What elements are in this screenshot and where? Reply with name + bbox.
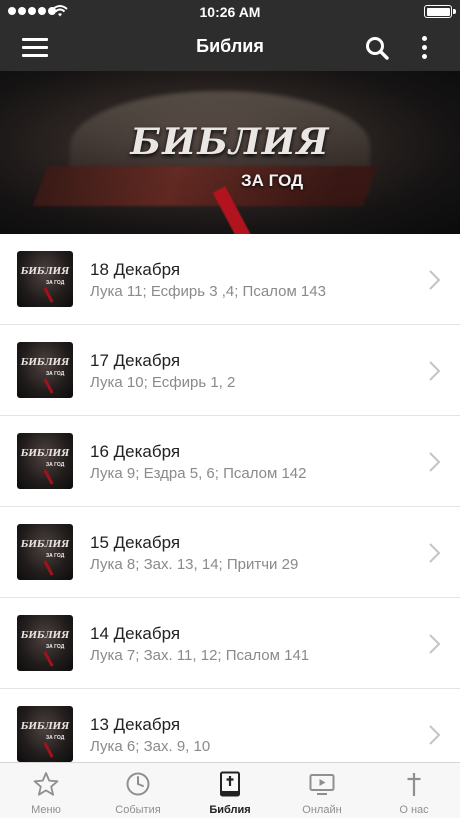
book-cover-graphic (32, 166, 378, 206)
reading-references: Лука 11; Есфирь 3 ,4; Псалом 143 (90, 283, 326, 300)
list-item[interactable]: БИБЛИЯ ЗА ГОД 17 Декабря Лука 10; Есфирь… (0, 325, 460, 416)
reading-date: 15 Декабря (90, 533, 181, 552)
reading-date: 17 Декабря (90, 351, 181, 370)
tab-label: О нас (399, 804, 429, 816)
tab-bar: Меню События Библия Онлайн О нас (0, 762, 460, 818)
play-screen-icon (309, 774, 335, 795)
nav-bar: Библия (0, 24, 460, 71)
banner-image: БИБЛИЯ ЗА ГОД (0, 71, 460, 234)
reading-references: Лука 10; Есфирь 1, 2 (90, 374, 236, 391)
list-item[interactable]: БИБЛИЯ ЗА ГОД 15 Декабря Лука 8; Зах. 13… (0, 507, 460, 598)
tab-online[interactable]: Онлайн (276, 763, 368, 818)
chevron-right-icon (429, 725, 441, 745)
tab-menu[interactable]: Меню (0, 763, 92, 818)
reading-thumbnail: БИБЛИЯ ЗА ГОД (17, 615, 73, 671)
tab-events[interactable]: События (92, 763, 184, 818)
search-icon[interactable] (364, 35, 390, 61)
clock-icon (126, 772, 150, 796)
reading-references: Лука 6; Зах. 9, 10 (90, 738, 211, 755)
tab-about[interactable]: О нас (368, 763, 460, 818)
banner-subtitle: ЗА ГОД (241, 171, 304, 190)
more-options-button[interactable] (416, 34, 434, 62)
page-title: Библия (196, 36, 264, 56)
star-icon (33, 772, 59, 796)
chevron-right-icon (429, 634, 441, 654)
cross-icon (407, 773, 421, 796)
tab-label: Меню (31, 804, 61, 816)
reading-references: Лука 8; Зах. 13, 14; Притчи 29 (90, 556, 299, 573)
banner-title: БИБЛИЯ (130, 121, 330, 163)
tab-label: Онлайн (302, 804, 342, 816)
tab-bible[interactable]: Библия (184, 763, 276, 818)
reading-references: Лука 7; Зах. 11, 12; Псалом 141 (90, 647, 310, 664)
list-item[interactable]: БИБЛИЯ ЗА ГОД 18 Декабря Лука 11; Есфирь… (0, 234, 460, 325)
readings-list: БИБЛИЯ ЗА ГОД 18 Декабря Лука 11; Есфирь… (0, 234, 460, 780)
reading-thumbnail: БИБЛИЯ ЗА ГОД (17, 342, 73, 398)
tab-label: События (115, 804, 161, 816)
tab-label: Библия (209, 804, 251, 816)
chevron-right-icon (429, 543, 441, 563)
list-item[interactable]: БИБЛИЯ ЗА ГОД 16 Декабря Лука 9; Ездра 5… (0, 416, 460, 507)
reading-date: 14 Декабря (90, 624, 181, 643)
reading-date: 16 Декабря (90, 442, 181, 461)
list-item[interactable]: БИБЛИЯ ЗА ГОД 14 Декабря Лука 7; Зах. 11… (0, 598, 460, 689)
status-time: 10:26 AM (199, 4, 261, 20)
reading-date: 18 Декабря (90, 260, 181, 279)
battery-icon (424, 5, 456, 18)
chevron-right-icon (429, 452, 441, 472)
reading-thumbnail: БИБЛИЯ ЗА ГОД (17, 706, 73, 762)
status-bar: 10:26 AM (0, 0, 460, 24)
reading-references: Лука 9; Ездра 5, 6; Псалом 142 (90, 465, 307, 482)
reading-thumbnail: БИБЛИЯ ЗА ГОД (17, 433, 73, 489)
reading-thumbnail: БИБЛИЯ ЗА ГОД (17, 524, 73, 580)
reading-date: 13 Декабря (90, 715, 181, 734)
bible-icon (220, 771, 240, 797)
reading-thumbnail: БИБЛИЯ ЗА ГОД (17, 251, 73, 307)
chevron-right-icon (429, 270, 441, 290)
chevron-right-icon (429, 361, 441, 381)
